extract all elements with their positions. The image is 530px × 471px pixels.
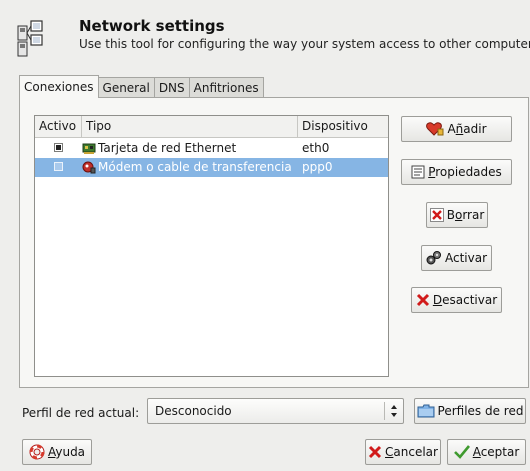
list-header: Activo Tipo Dispositivo: [35, 116, 388, 138]
accept-label: Aceptar: [472, 445, 520, 459]
folder-icon: [417, 404, 435, 418]
type-cell: Tarjeta de red Ethernet: [82, 139, 236, 158]
active-checkbox[interactable]: [54, 162, 63, 171]
device-cell: eth0: [302, 141, 330, 155]
add-heart-icon: [426, 122, 444, 136]
activate-button[interactable]: Activar: [421, 245, 492, 271]
properties-icon: [411, 165, 425, 179]
network-settings-icon: [17, 20, 43, 58]
accept-button[interactable]: Aceptar: [447, 439, 526, 465]
help-label: Ayuda: [47, 445, 86, 459]
table-row[interactable]: Tarjeta de red Ethernet eth0: [35, 139, 388, 158]
deactivate-button[interactable]: Desactivar: [411, 287, 502, 313]
add-label: Añadir: [447, 122, 487, 136]
cancel-label: Cancelar: [385, 445, 438, 459]
spin-arrows-icon: [391, 405, 397, 417]
tab-bar: Conexiones General DNS Anfitriones: [19, 75, 264, 98]
properties-button[interactable]: Propiedades: [401, 159, 512, 185]
type-label: Módem o cable de transferencia: [98, 160, 292, 174]
properties-label: Propiedades: [428, 165, 502, 179]
ethernet-card-icon: [82, 141, 96, 155]
network-profiles-label: Perfiles de red: [437, 404, 524, 418]
combo-separator: [384, 402, 385, 420]
connections-list[interactable]: Activo Tipo Dispositivo Tarjeta de red E…: [34, 115, 389, 377]
tab-anfitriones[interactable]: Anfitriones: [188, 77, 264, 98]
help-lifebuoy-icon: [29, 444, 45, 460]
cancel-button[interactable]: Cancelar: [365, 439, 441, 465]
modem-icon: [82, 160, 96, 174]
tab-conexiones[interactable]: Conexiones: [19, 75, 99, 98]
column-header-activo[interactable]: Activo: [35, 116, 82, 137]
network-profiles-button[interactable]: Perfiles de red: [414, 398, 526, 424]
activate-gears-icon: [426, 251, 441, 265]
activate-label: Activar: [444, 251, 488, 265]
cancel-x-icon: [368, 445, 382, 459]
column-header-tipo[interactable]: Tipo: [82, 116, 298, 137]
profile-label: Perfil de red actual:: [22, 406, 140, 420]
type-label: Tarjeta de red Ethernet: [98, 141, 237, 155]
page-subtitle: Use this tool for configuring the way yo…: [79, 37, 530, 51]
tab-general[interactable]: General: [97, 77, 155, 98]
delete-icon: [429, 208, 444, 222]
active-checkbox[interactable]: [54, 143, 63, 152]
delete-label: Borrar: [446, 208, 485, 222]
help-button[interactable]: Ayuda: [22, 439, 92, 465]
profile-select[interactable]: Desconocido: [147, 398, 404, 424]
checkmark-icon: [453, 445, 470, 459]
deactivate-x-icon: [416, 293, 429, 307]
tab-dns[interactable]: DNS: [153, 77, 190, 98]
device-cell: ppp0: [302, 160, 333, 174]
delete-button[interactable]: Borrar: [426, 202, 488, 228]
profile-select-value: Desconocido: [155, 404, 232, 418]
deactivate-label: Desactivar: [432, 293, 498, 307]
add-button[interactable]: Añadir: [401, 116, 512, 142]
page-title: Network settings: [79, 17, 225, 35]
column-header-dispositivo[interactable]: Dispositivo: [298, 116, 388, 137]
type-cell: Módem o cable de transferencia: [82, 158, 292, 177]
table-row[interactable]: Módem o cable de transferencia ppp0: [35, 158, 388, 177]
